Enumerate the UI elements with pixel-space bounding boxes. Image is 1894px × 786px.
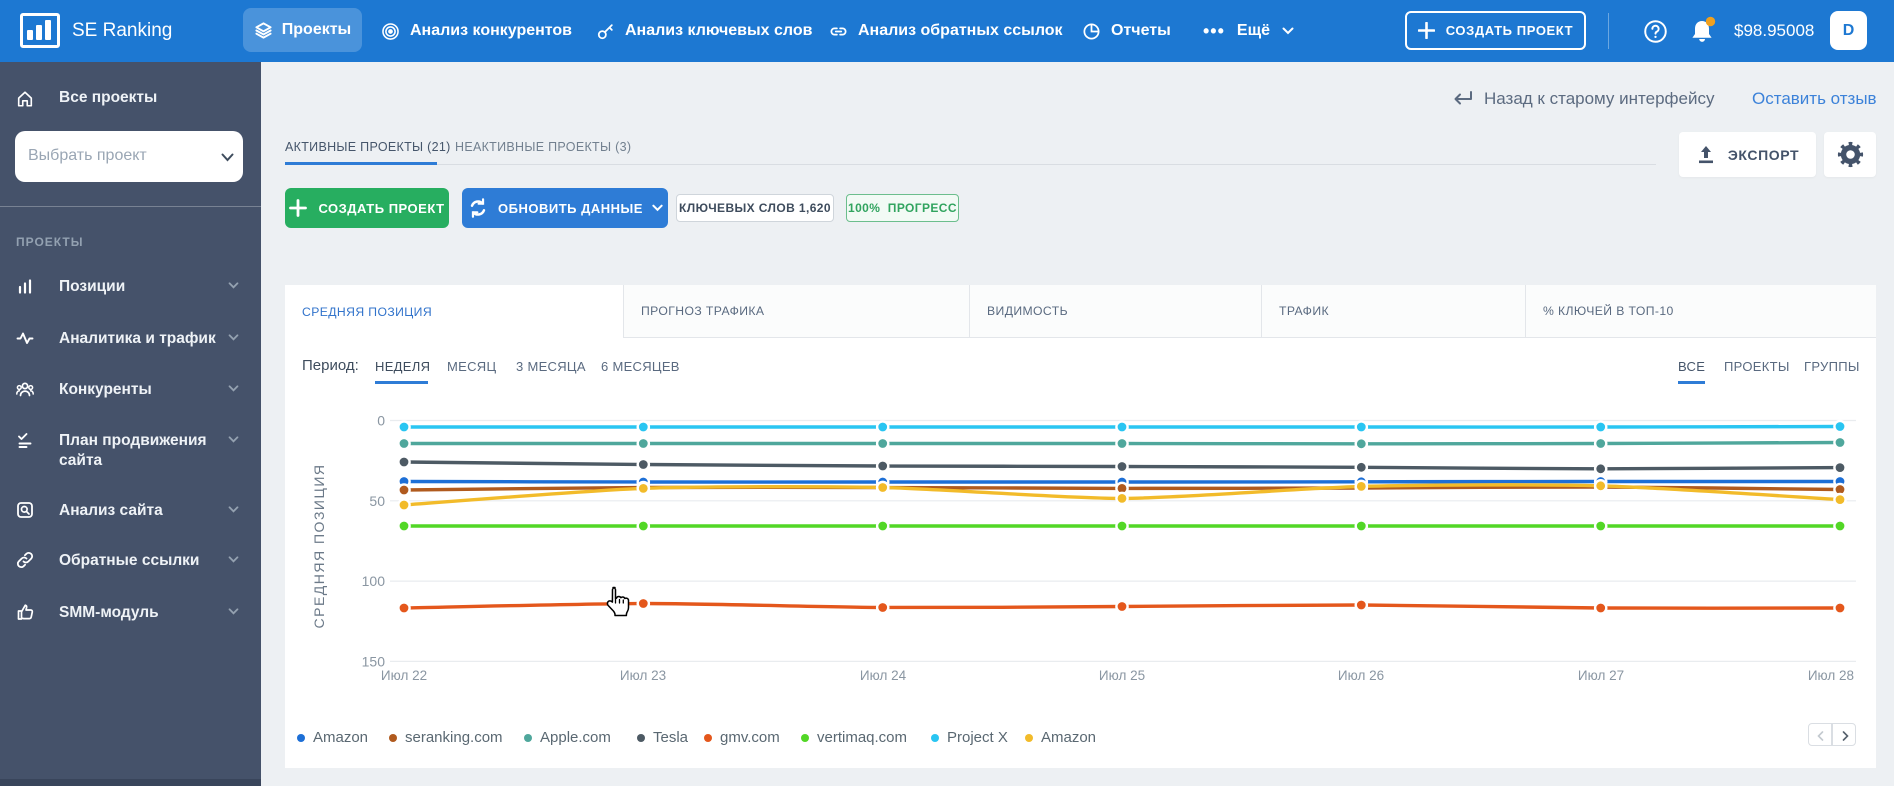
svg-text:150: 150 [362,653,386,669]
svg-text:Июл 25: Июл 25 [1099,668,1145,683]
svg-text:0: 0 [377,413,385,429]
svg-text:Июл 27: Июл 27 [1578,668,1624,683]
svg-text:Июл 23: Июл 23 [620,668,666,683]
svg-text:Июл 22: Июл 22 [381,668,427,683]
svg-text:Июл 28: Июл 28 [1808,668,1854,683]
svg-text:50: 50 [369,493,385,509]
svg-text:100: 100 [362,573,386,589]
svg-text:Июл 26: Июл 26 [1338,668,1384,683]
svg-text:Июл 24: Июл 24 [860,668,907,683]
